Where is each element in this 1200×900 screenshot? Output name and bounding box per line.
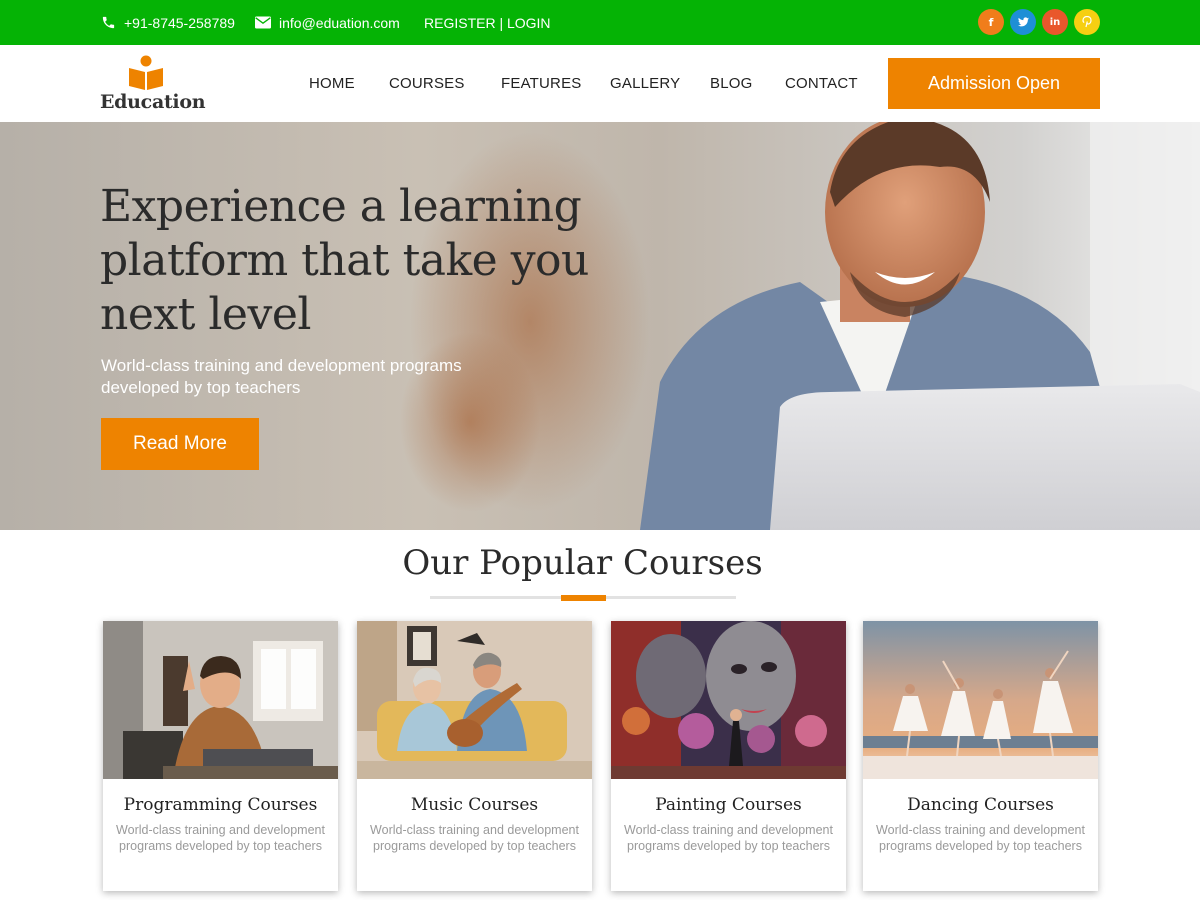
dancing-course-image — [863, 621, 1098, 779]
hero-title: Experience a learning platform that take… — [100, 181, 589, 340]
email-address: info@eduation.com — [279, 14, 400, 31]
nav-blog[interactable]: BLOG — [710, 75, 752, 92]
course-card-programming[interactable]: Programming Courses World-class training… — [103, 621, 338, 891]
course-cards: Programming Courses World-class training… — [0, 621, 1200, 900]
register-login-link[interactable]: REGISTER | LOGIN — [424, 0, 551, 45]
email-contact[interactable]: info@eduation.com — [255, 0, 400, 45]
course-title: Music Courses — [410, 795, 539, 815]
logo-text: Education — [100, 91, 206, 113]
linkedin-icon[interactable]: in — [1042, 9, 1068, 35]
nav-home[interactable]: HOME — [309, 75, 355, 92]
phone-number: +91-8745-258789 — [124, 14, 235, 31]
nav-gallery[interactable]: GALLERY — [610, 75, 680, 92]
course-card-painting[interactable]: Painting Courses World-class training an… — [611, 621, 846, 891]
admission-open-button[interactable]: Admission Open — [888, 58, 1100, 109]
facebook-icon[interactable]: f — [978, 9, 1004, 35]
course-title: Programming Courses — [123, 795, 318, 815]
social-links: f in — [978, 9, 1100, 35]
title-divider-accent — [561, 595, 606, 601]
nav-contact[interactable]: CONTACT — [785, 75, 858, 92]
hero-banner: Experience a learning platform that take… — [0, 122, 1200, 530]
phone-icon — [100, 15, 116, 31]
course-description: World-class training and development pro… — [116, 823, 325, 853]
course-title: Dancing Courses — [907, 795, 1054, 815]
course-description: World-class training and development pro… — [624, 823, 833, 853]
nav-courses[interactable]: COURSES — [389, 75, 465, 92]
painting-course-image — [611, 621, 846, 779]
twitter-icon[interactable] — [1010, 9, 1036, 35]
pinterest-icon[interactable] — [1074, 9, 1100, 35]
music-course-image — [357, 621, 592, 779]
envelope-icon — [255, 15, 271, 31]
course-title: Painting Courses — [655, 795, 802, 815]
top-bar: +91-8745-258789 info@eduation.com REGIST… — [0, 0, 1200, 45]
hero-subtitle: World-class training and development pro… — [101, 356, 462, 397]
nav-features[interactable]: FEATURES — [501, 75, 582, 92]
read-more-button[interactable]: Read More — [101, 418, 259, 470]
course-description: World-class training and development pro… — [876, 823, 1085, 853]
phone-contact[interactable]: +91-8745-258789 — [100, 0, 235, 45]
course-description: World-class training and development pro… — [370, 823, 579, 853]
main-header: Education HOME COURSES FEATURES GALLERY … — [0, 45, 1200, 122]
course-card-dancing[interactable]: Dancing Courses World-class training and… — [863, 621, 1098, 891]
programming-course-image — [103, 621, 338, 779]
site-logo[interactable]: Education — [100, 55, 206, 115]
book-person-logo-icon — [129, 55, 163, 90]
section-title: Our Popular Courses — [402, 543, 763, 583]
course-card-music[interactable]: Music Courses World-class training and d… — [357, 621, 592, 891]
